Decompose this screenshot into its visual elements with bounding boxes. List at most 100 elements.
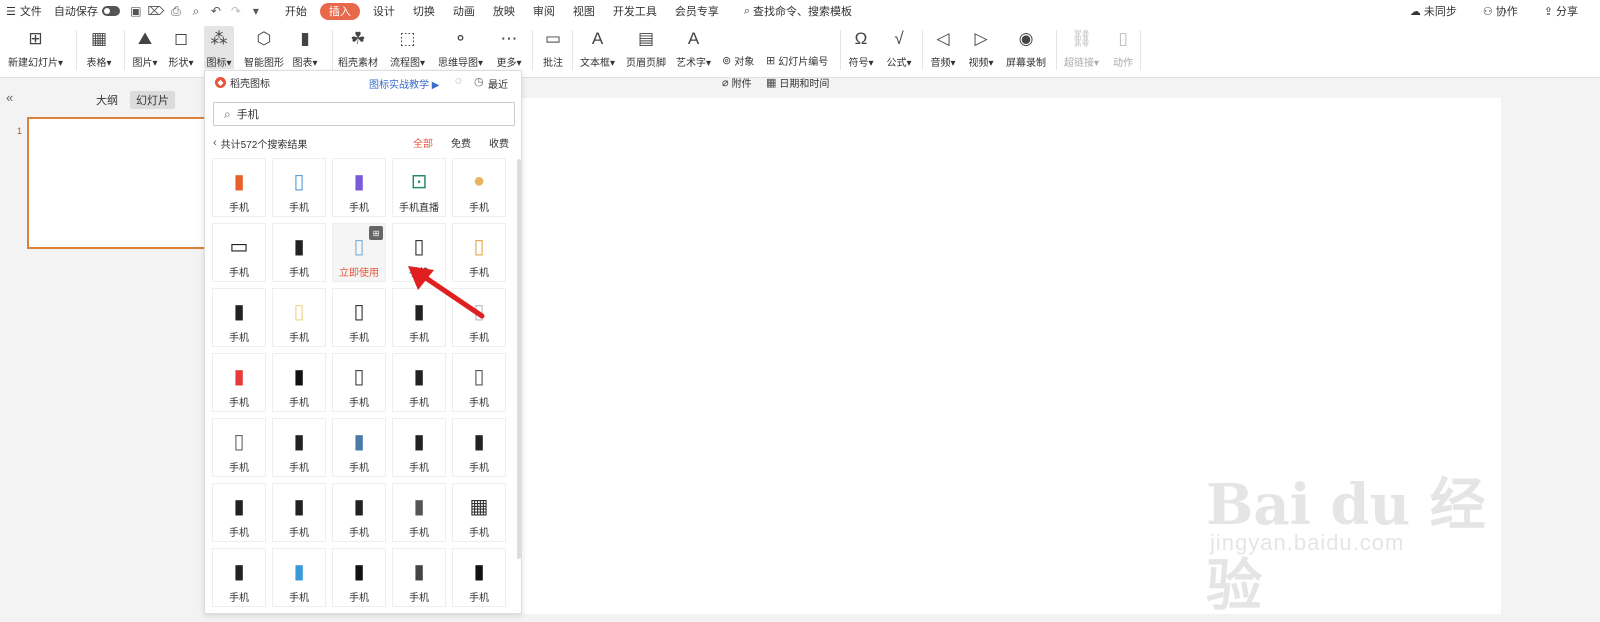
icon-item[interactable]: ▮ 手机 — [212, 483, 266, 542]
icon-item[interactable]: ▯ 手机 — [332, 288, 386, 347]
screen-record-button[interactable]: ◉ 屏幕录制 — [1006, 26, 1046, 69]
file-menu[interactable]: ☰ 文件 — [0, 0, 48, 22]
icon-item[interactable]: ▮ 手机 — [272, 223, 326, 282]
share-button[interactable]: ⇪ 分享 — [1538, 0, 1584, 22]
back-chevron-icon[interactable]: ‹ — [213, 137, 217, 149]
comment-button[interactable]: ▭ 批注 — [540, 26, 566, 69]
chat-icon[interactable]: ◌ — [455, 75, 462, 87]
tab-4[interactable]: 动画 — [444, 0, 484, 22]
icon-item[interactable]: ▯ 手机 — [332, 353, 386, 412]
header-footer-button[interactable]: ▤ 页眉页脚 — [626, 26, 666, 69]
icon-label: 手机 — [349, 528, 369, 539]
tab-2[interactable]: 设计 — [364, 0, 404, 22]
icon-item[interactable]: ▮ 手机 — [272, 483, 326, 542]
slide-number-button[interactable]: ⊞ 幻灯片编号 — [766, 53, 828, 68]
symbol-button[interactable]: Ω 符号▾ — [848, 26, 874, 69]
icon-item[interactable]: ▮ 手机 — [332, 418, 386, 477]
audio-button[interactable]: ◁ 音频▾ — [930, 26, 956, 69]
slide-thumbnail[interactable] — [27, 117, 212, 249]
more-button[interactable]: ⋯ 更多▾ — [496, 26, 522, 69]
icon-item[interactable]: ● 手机 — [452, 158, 506, 217]
tab-slides[interactable]: 幻灯片 — [130, 91, 175, 109]
picture-button[interactable]: ⛰ 图片▾ — [132, 26, 158, 69]
icon-item[interactable]: ▮ 手机 — [332, 483, 386, 542]
video-button[interactable]: ▷ 视频▾ — [968, 26, 994, 69]
icon-item[interactable]: ⊡ 手机直播 — [392, 158, 446, 217]
tab-8[interactable]: 开发工具 — [604, 0, 666, 22]
customize-dropdown-icon[interactable]: ▾ — [249, 4, 263, 18]
user-icon: ⚇ — [1482, 5, 1493, 18]
icon-item[interactable]: ▮ 手机 — [392, 548, 446, 607]
command-search[interactable]: ⌕ 查找命令、搜索模板 — [738, 0, 858, 22]
icon-item[interactable]: ▮ 手机 — [332, 158, 386, 217]
panel-scrollbar[interactable] — [517, 159, 521, 559]
wordart-button[interactable]: A 艺术字▾ — [676, 26, 711, 69]
icon-item[interactable]: ▮ 手机 — [392, 353, 446, 412]
smart-shape-button[interactable]: ⬡ 智能图形 — [244, 26, 284, 69]
icon-item[interactable]: ▯ 手机 — [272, 288, 326, 347]
filter-1[interactable]: 免费 — [451, 135, 471, 150]
link-icon: ⛓ — [1070, 29, 1093, 48]
material-button[interactable]: ☘ 稻壳素材 — [338, 26, 378, 69]
sync-button[interactable]: ☁ 未同步 — [1404, 0, 1463, 22]
save-icon[interactable]: ▣ — [129, 4, 143, 18]
undo-icon[interactable]: ↶ — [209, 4, 223, 18]
icon-item[interactable]: ▦ 手机 — [452, 483, 506, 542]
icon-label: 手机 — [469, 398, 489, 409]
icon-item[interactable]: ▮ 手机 — [212, 548, 266, 607]
mindmap-button[interactable]: ⚬ 思维导图▾ — [438, 26, 483, 69]
format-painter-icon[interactable]: ⌦ — [147, 4, 164, 18]
tab-3[interactable]: 切换 — [404, 0, 444, 22]
icon-item[interactable]: ▯ ⊞ 立即使用 — [332, 223, 386, 282]
icon-item[interactable]: ▮ 手机 — [212, 288, 266, 347]
flowchart-button[interactable]: ⬚ 流程图▾ — [390, 26, 425, 69]
datetime-button[interactable]: ▦ 日期和时间 — [766, 75, 829, 90]
tab-6[interactable]: 审阅 — [524, 0, 564, 22]
formula-button[interactable]: √ 公式▾ — [886, 26, 912, 69]
icon-item[interactable]: ▮ 手机 — [272, 353, 326, 412]
print-preview-icon[interactable]: ⌕ — [189, 4, 203, 18]
action-button[interactable]: ▯ 动作 — [1110, 26, 1136, 69]
attachment-button[interactable]: ⌀ 附件 — [722, 75, 752, 90]
icon-item[interactable]: ▮ 手机 — [452, 418, 506, 477]
recent-button[interactable]: 最近 — [488, 76, 508, 91]
filter-2[interactable]: 收费 — [489, 135, 509, 150]
new-slide-button[interactable]: ⊞ 新建幻灯片▾ — [8, 26, 63, 69]
icon-item[interactable]: ▮ 手机 — [272, 418, 326, 477]
table-button[interactable]: ▦ 表格▾ — [86, 26, 112, 69]
shape-button[interactable]: ◻ 形状▾ — [168, 26, 194, 69]
icon-item[interactable]: ▭ 手机 — [212, 223, 266, 282]
icon-item[interactable]: ▮ 手机 — [452, 548, 506, 607]
filter-0[interactable]: 全部 — [413, 135, 433, 150]
icon-search-box[interactable]: ⌕ — [213, 102, 515, 126]
icon-button[interactable]: ⁂ 图标▾ — [204, 26, 234, 69]
icon-item[interactable]: ▮ 手机 — [392, 418, 446, 477]
phone-blue-screen-icon: ▮ — [353, 430, 365, 453]
print-icon[interactable]: ⎙ — [169, 4, 183, 18]
textbox-button[interactable]: A 文本框▾ — [580, 26, 615, 69]
tab-1[interactable]: 插入 — [319, 2, 360, 20]
autosave-toggle[interactable]: 自动保存 — [48, 0, 126, 22]
qr-code-icon[interactable]: ⊞ — [369, 226, 383, 240]
icon-item[interactable]: ▮ 手机 — [212, 158, 266, 217]
object-button[interactable]: ⊚ 对象 — [722, 53, 754, 68]
collab-button[interactable]: ⚇ 协作 — [1477, 0, 1524, 22]
tutorial-link[interactable]: 图标实战教学 ▶ — [369, 76, 439, 91]
icon-item[interactable]: ▮ 手机 — [272, 548, 326, 607]
icon-item[interactable]: ▯ 手机 — [452, 353, 506, 412]
tab-0[interactable]: 开始 — [276, 0, 316, 22]
redo-icon[interactable]: ↷ — [229, 4, 243, 18]
tab-outline[interactable]: 大纲 — [90, 91, 124, 109]
icon-item[interactable]: ▯ 手机 — [212, 418, 266, 477]
hyperlink-button[interactable]: ⛓ 超链接▾ — [1064, 26, 1099, 69]
icon-search-input[interactable] — [236, 108, 497, 120]
collapse-pane-icon[interactable]: « — [6, 90, 13, 105]
tab-7[interactable]: 视图 — [564, 0, 604, 22]
tab-5[interactable]: 放映 — [484, 0, 524, 22]
tab-9[interactable]: 会员专享 — [666, 0, 728, 22]
chart-button[interactable]: ▮ 图表▾ — [292, 26, 318, 69]
icon-item[interactable]: ▯ 手机 — [272, 158, 326, 217]
icon-item[interactable]: ▮ 手机 — [212, 353, 266, 412]
icon-item[interactable]: ▮ 手机 — [392, 483, 446, 542]
icon-item[interactable]: ▮ 手机 — [332, 548, 386, 607]
